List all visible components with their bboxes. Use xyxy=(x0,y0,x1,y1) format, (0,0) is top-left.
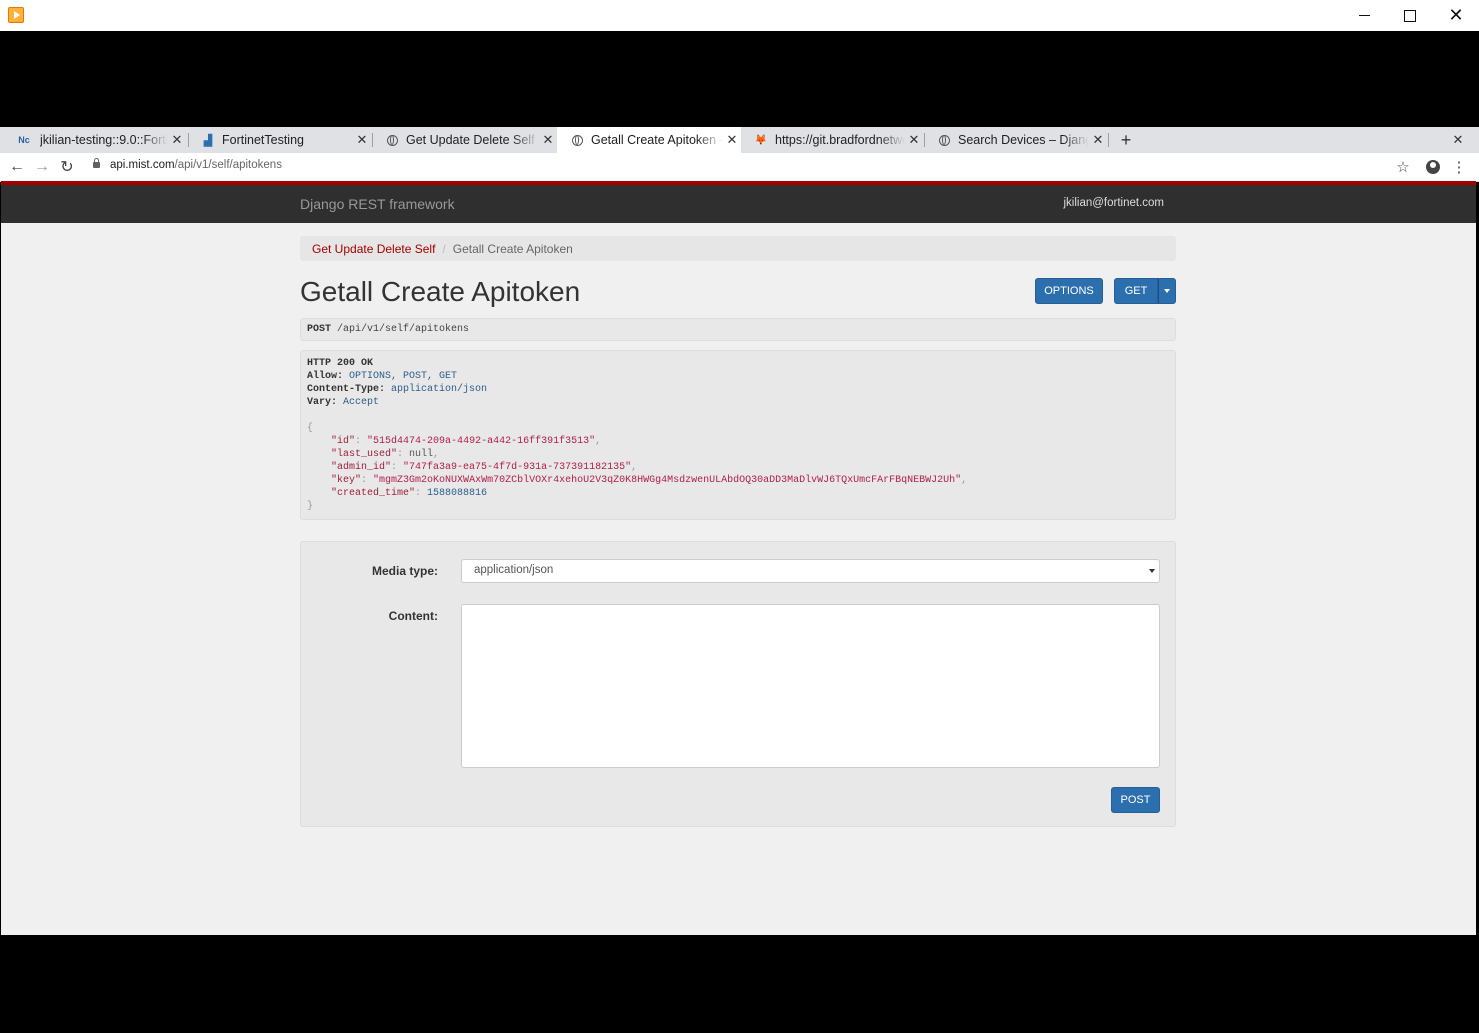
back-button[interactable]: ← xyxy=(6,156,28,178)
breadcrumb-current: Getall Create Apitoken xyxy=(452,241,573,256)
json-key: "last_used" xyxy=(331,449,398,460)
json-value: null xyxy=(409,449,434,460)
header-value: application/json xyxy=(391,384,488,395)
tab-title: jkilian-testing::9.0::FortiN xyxy=(40,133,168,147)
tab-get-update-delete-self[interactable]: Get Update Delete Self – Dj ✕ xyxy=(372,127,557,153)
tab-close-icon[interactable]: ✕ xyxy=(539,132,557,148)
lock-icon xyxy=(93,158,100,168)
media-type-select[interactable]: application/json xyxy=(461,559,1160,583)
header-name: Allow: xyxy=(307,371,344,382)
globe-icon xyxy=(938,134,950,146)
tab-title: FortinetTesting xyxy=(222,133,304,147)
gitlab-icon: 🦊 xyxy=(754,134,768,146)
tab-title: Get Update Delete Self – Dj xyxy=(406,133,539,147)
tab-close-icon[interactable]: ✕ xyxy=(353,132,371,148)
media-type-label: Media type: xyxy=(371,564,438,578)
browser-menu-icon[interactable]: ⋮ xyxy=(1448,156,1470,178)
get-button[interactable]: GET xyxy=(1114,278,1158,304)
chevron-down-icon xyxy=(1149,569,1155,573)
breadcrumb-parent-link[interactable]: Get Update Delete Self xyxy=(312,242,435,256)
minimize-button[interactable] xyxy=(1341,0,1387,31)
response-status: HTTP 200 OK xyxy=(307,358,374,369)
options-button[interactable]: OPTIONS xyxy=(1035,278,1103,304)
tab-git-bradfordnetworks[interactable]: 🦊 https://git.bradfordnetwo ✕ xyxy=(741,127,923,153)
json-close-brace: } xyxy=(307,501,314,512)
json-value: 1588088816 xyxy=(427,488,488,499)
json-value: "mgmZ3Gm2oKoNUXWAxWm70ZCblVOXr4xehoU2V3q… xyxy=(373,475,962,486)
tab-close-icon[interactable]: ✕ xyxy=(1089,132,1107,148)
request-info: POST /api/v1/self/apitokens xyxy=(300,318,1176,341)
page-viewport: Django REST framework jkilian@fortinet.c… xyxy=(1,181,1476,935)
globe-icon xyxy=(386,134,398,146)
tab-strip: Nc jkilian-testing::9.0::FortiN ✕ ▟ Fort… xyxy=(0,127,1479,153)
post-form: Media type: application/json Content: PO… xyxy=(300,541,1176,827)
url-host: api.mist.com xyxy=(110,159,175,171)
get-format-dropdown[interactable] xyxy=(1158,278,1176,304)
request-path: /api/v1/self/apitokens xyxy=(337,324,470,335)
close-window-button[interactable]: ✕ xyxy=(1433,0,1479,31)
reload-button[interactable]: ↻ xyxy=(56,156,78,178)
user-menu[interactable]: jkilian@fortinet.com xyxy=(1063,197,1164,209)
tab-title: Getall Create Apitoken – Dj xyxy=(591,133,723,147)
profile-button[interactable] xyxy=(1422,156,1444,178)
tab-search-devices[interactable]: Search Devices – Django R ✕ xyxy=(924,127,1107,153)
window-titlebar: ✕ xyxy=(0,0,1479,32)
tab-close-icon[interactable]: ✕ xyxy=(168,132,186,148)
url-path: /api/v1/self/apitokens xyxy=(174,159,282,171)
avatar-icon xyxy=(1426,160,1440,174)
content-textarea[interactable] xyxy=(461,604,1160,768)
drf-brand-link[interactable]: Django REST framework xyxy=(300,196,455,212)
breadcrumb: Get Update Delete Self / Getall Create A… xyxy=(300,236,1176,261)
forward-button[interactable]: → xyxy=(31,156,53,178)
json-key: "id" xyxy=(331,436,356,447)
media-type-value: application/json xyxy=(474,564,554,576)
tab-fortinettesting[interactable]: ▟ FortinetTesting ✕ xyxy=(188,127,371,153)
json-key: "created_time" xyxy=(331,488,416,499)
letterbox-top xyxy=(0,31,1479,127)
header-value: OPTIONS, POST, GET xyxy=(349,371,458,382)
dashboard-icon: ▟ xyxy=(203,134,213,147)
close-icon: ✕ xyxy=(1448,5,1464,25)
header-name: Vary: xyxy=(307,397,338,408)
breadcrumb-separator: / xyxy=(442,241,446,256)
page-title: Getall Create Apitoken xyxy=(300,276,581,307)
tab-divider xyxy=(1108,133,1109,147)
maximize-icon xyxy=(1404,9,1416,22)
json-key: "admin_id" xyxy=(331,462,392,473)
address-bar: ← → ↻ api.mist.com/api/v1/self/apitokens… xyxy=(0,153,1479,182)
header-name: Content-Type: xyxy=(307,384,386,395)
globe-icon xyxy=(571,134,583,146)
letterbox-bottom xyxy=(0,935,1479,1033)
tab-title: https://git.bradfordnetwo xyxy=(775,133,905,147)
header-value: Accept xyxy=(343,397,380,408)
tab-getall-create-apitoken[interactable]: Getall Create Apitoken – Dj ✕ xyxy=(557,127,741,153)
app-icon xyxy=(8,7,24,23)
nc-icon: Nc xyxy=(18,135,30,145)
request-method: POST xyxy=(307,324,332,335)
bookmark-star-icon[interactable]: ☆ xyxy=(1392,156,1414,178)
new-tab-button[interactable]: + xyxy=(1116,127,1136,153)
json-key: "key" xyxy=(331,475,362,486)
maximize-button[interactable] xyxy=(1387,0,1433,31)
tab-close-icon[interactable]: ✕ xyxy=(905,132,923,148)
tab-jkilian-testing[interactable]: Nc jkilian-testing::9.0::FortiN ✕ xyxy=(2,127,186,153)
tab-close-icon[interactable]: ✕ xyxy=(723,132,741,148)
content-label: Content: xyxy=(388,609,438,623)
post-button[interactable]: POST xyxy=(1111,787,1160,813)
json-value: "747fa3a9-ea75-4f7d-931a-737391182135" xyxy=(403,462,632,473)
drf-navbar: Django REST framework jkilian@fortinet.c… xyxy=(1,185,1476,223)
url-field[interactable]: api.mist.com/api/v1/self/apitokens xyxy=(110,159,282,171)
caret-down-icon xyxy=(1164,289,1170,293)
minimize-icon xyxy=(1358,15,1370,16)
json-value: "515d4474-209a-4492-a442-16ff391f3513" xyxy=(367,436,596,447)
close-browser-icon[interactable]: ✕ xyxy=(1449,127,1467,153)
response-panel: HTTP 200 OK Allow: OPTIONS, POST, GET Co… xyxy=(300,350,1176,520)
tab-title: Search Devices – Django R xyxy=(958,133,1089,147)
json-open-brace: { xyxy=(307,423,314,434)
